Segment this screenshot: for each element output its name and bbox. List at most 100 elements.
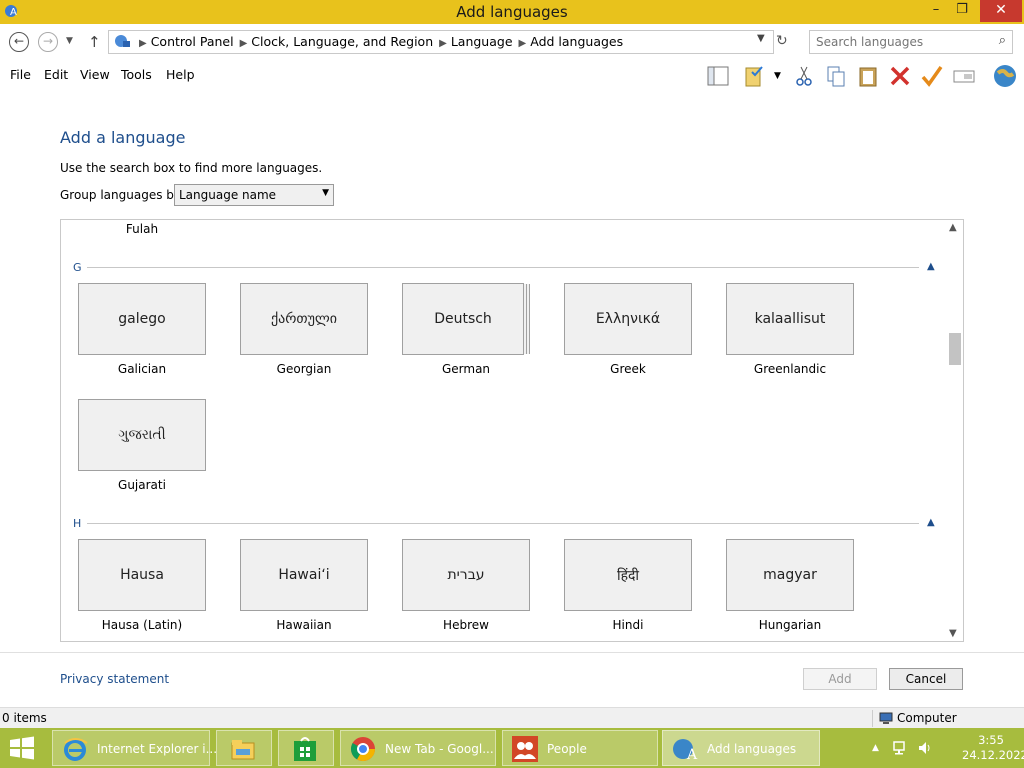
chevron-down-icon[interactable]: ▼	[774, 71, 781, 81]
language-tile-galician[interactable]: galego	[78, 283, 206, 355]
language-tile-hindi[interactable]: हिंदी	[564, 539, 692, 611]
language-icon: A	[673, 739, 698, 763]
layout-pane-icon[interactable]	[706, 64, 730, 88]
language-tile-georgian[interactable]: ქართული	[240, 283, 368, 355]
language-tile-german[interactable]: Deutsch	[402, 283, 524, 355]
properties-icon[interactable]	[744, 64, 768, 88]
location-label: Computer	[897, 711, 957, 725]
group-by-label: Group languages by:	[60, 188, 185, 202]
add-button[interactable]: Add	[803, 668, 877, 690]
breadcrumb-control-panel[interactable]: Control Panel	[151, 34, 234, 49]
search-hint: Use the search box to find more language…	[60, 161, 323, 175]
recent-locations-button[interactable]: ▼	[66, 36, 73, 46]
language-name-hungarian: Hungarian	[758, 618, 822, 632]
footer-divider	[0, 652, 1024, 653]
breadcrumb-separator-icon: ▶	[439, 38, 447, 49]
taskbar-label: Internet Explorer i...	[97, 742, 218, 756]
page-title: Add a language	[60, 128, 186, 147]
clock-date: 24.12.2022	[962, 748, 1024, 762]
language-tile-hebrew[interactable]: עברית	[402, 539, 530, 611]
store-icon	[294, 737, 316, 761]
title-bar: A Add languages – ❐ ✕	[0, 0, 1024, 24]
language-name-georgian: Georgian	[276, 362, 332, 376]
language-name-greenlandic: Greenlandic	[753, 362, 827, 376]
taskbar-chrome[interactable]: New Tab - Googl...	[340, 730, 496, 766]
language-name-greek: Greek	[610, 362, 646, 376]
chrome-icon	[350, 737, 375, 762]
vertical-scrollbar[interactable]: ▲ ▼	[946, 220, 963, 641]
chevron-down-icon[interactable]: ▼	[757, 33, 765, 44]
breadcrumb-language[interactable]: Language	[451, 34, 513, 49]
taskbar-label: New Tab - Googl...	[385, 742, 494, 756]
cancel-button[interactable]: Cancel	[889, 668, 963, 690]
breadcrumb-add-languages[interactable]: Add languages	[530, 34, 623, 49]
group-header-g[interactable]: G	[73, 261, 82, 274]
language-tile-gujarati[interactable]: ગુજરાતી	[78, 399, 206, 471]
language-tile-hungarian[interactable]: magyar	[726, 539, 854, 611]
maximize-button[interactable]: ❐	[950, 0, 974, 22]
up-button[interactable]: ↑	[88, 33, 101, 51]
computer-icon	[879, 712, 893, 724]
refresh-button[interactable]: ↻	[776, 33, 788, 49]
status-bar: 0 items Computer	[0, 707, 1024, 729]
language-tile-hawaiian[interactable]: Hawaiʻi	[240, 539, 368, 611]
taskbar-store[interactable]	[278, 730, 334, 766]
taskbar-file-explorer[interactable]	[216, 730, 272, 766]
language-tile-greenlandic[interactable]: kalaallisut	[726, 283, 854, 355]
privacy-link[interactable]: Privacy statement	[60, 672, 169, 686]
taskbar-people[interactable]: People	[502, 730, 658, 766]
language-name-fulah[interactable]: Fulah	[78, 222, 206, 236]
breadcrumb-separator-icon: ▶	[239, 38, 248, 49]
paste-icon[interactable]	[856, 64, 880, 88]
taskbar: Internet Explorer i... New Tab - Googl..…	[0, 728, 1024, 768]
language-name-hindi: Hindi	[612, 618, 644, 632]
menu-tools[interactable]: Tools	[121, 67, 152, 82]
globe-icon[interactable]	[992, 63, 1018, 89]
search-icon[interactable]: ⌕	[999, 33, 1006, 48]
language-name-hebrew: Hebrew	[443, 618, 489, 632]
taskbar-internet-explorer[interactable]: Internet Explorer i...	[52, 730, 217, 766]
delete-icon[interactable]	[888, 64, 912, 88]
language-tile-hausa[interactable]: Hausa	[78, 539, 206, 611]
copy-icon[interactable]	[824, 64, 848, 88]
window-title: Add languages	[456, 3, 568, 21]
taskbar-add-languages[interactable]: A Add languages	[662, 730, 820, 766]
menu-bar: File Edit View Tools Help ▼	[0, 60, 1024, 90]
cut-icon[interactable]	[792, 64, 816, 88]
breadcrumb-clock-language-region[interactable]: Clock, Language, and Region	[251, 34, 433, 49]
svg-text:A: A	[686, 747, 698, 763]
check-icon[interactable]	[920, 64, 944, 88]
menu-file[interactable]: File	[10, 67, 31, 82]
show-hidden-icons-icon[interactable]: ▲	[872, 743, 879, 753]
back-button[interactable]: ←	[9, 32, 29, 52]
menu-help[interactable]: Help	[166, 67, 195, 82]
file-explorer-icon	[231, 740, 255, 760]
collapse-group-icon[interactable]: ▲	[927, 261, 935, 272]
group-by-select[interactable]: Language name ▼	[174, 184, 334, 206]
rename-icon[interactable]	[952, 64, 976, 88]
menu-view[interactable]: View	[80, 67, 110, 82]
internet-explorer-icon	[64, 738, 88, 761]
system-clock[interactable]: 3:55 24.12.2022	[962, 733, 1024, 763]
volume-icon[interactable]	[917, 740, 933, 756]
forward-button[interactable]: →	[38, 32, 58, 52]
group-header-h[interactable]: H	[73, 517, 81, 530]
minimize-button[interactable]: –	[922, 0, 950, 22]
menu-edit[interactable]: Edit	[44, 67, 68, 82]
scrollbar-thumb[interactable]	[949, 333, 961, 365]
search-input[interactable]	[814, 33, 988, 51]
language-tile-greek[interactable]: Ελληνικά	[564, 283, 692, 355]
scroll-down-icon[interactable]: ▼	[949, 628, 957, 639]
scroll-up-icon[interactable]: ▲	[949, 222, 957, 233]
windows-start-icon[interactable]	[8, 736, 36, 760]
address-row: ← → ▼ ↑ ▶ Control Panel ▶ Clock, Language, …	[0, 24, 1024, 60]
address-bar[interactable]: ▶ Control Panel ▶ Clock, Language, and Regi…	[108, 30, 774, 54]
language-name-galician: Galician	[117, 362, 167, 376]
people-icon	[512, 736, 538, 762]
collapse-group-icon[interactable]: ▲	[927, 517, 935, 528]
close-button[interactable]: ✕	[980, 0, 1022, 22]
network-icon[interactable]	[893, 740, 909, 756]
breadcrumb: ▶ Control Panel ▶ Clock, Language, and Regi…	[137, 34, 627, 49]
language-list[interactable]: Fulah G ▲ galego Galician ქართული Georgi…	[60, 219, 964, 642]
status-divider	[872, 710, 873, 727]
